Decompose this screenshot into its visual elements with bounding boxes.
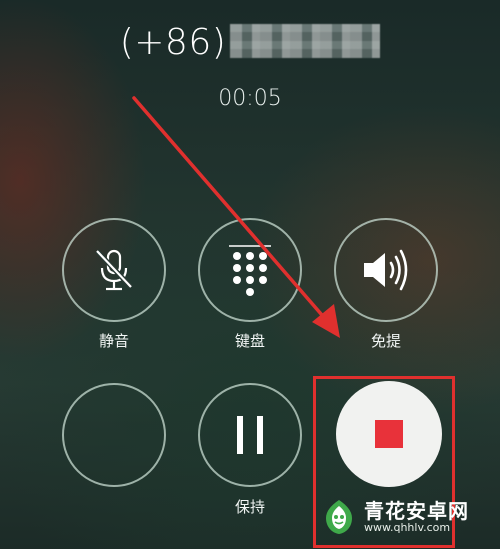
watermark-title: 青花安卓网 (364, 498, 469, 523)
watermark: 青花安卓网 www.qhhlv.com (318, 497, 469, 537)
watermark-logo-icon (326, 500, 352, 534)
watermark-url: www.qhhlv.com (364, 520, 451, 534)
annotation-arrow (132, 96, 340, 338)
